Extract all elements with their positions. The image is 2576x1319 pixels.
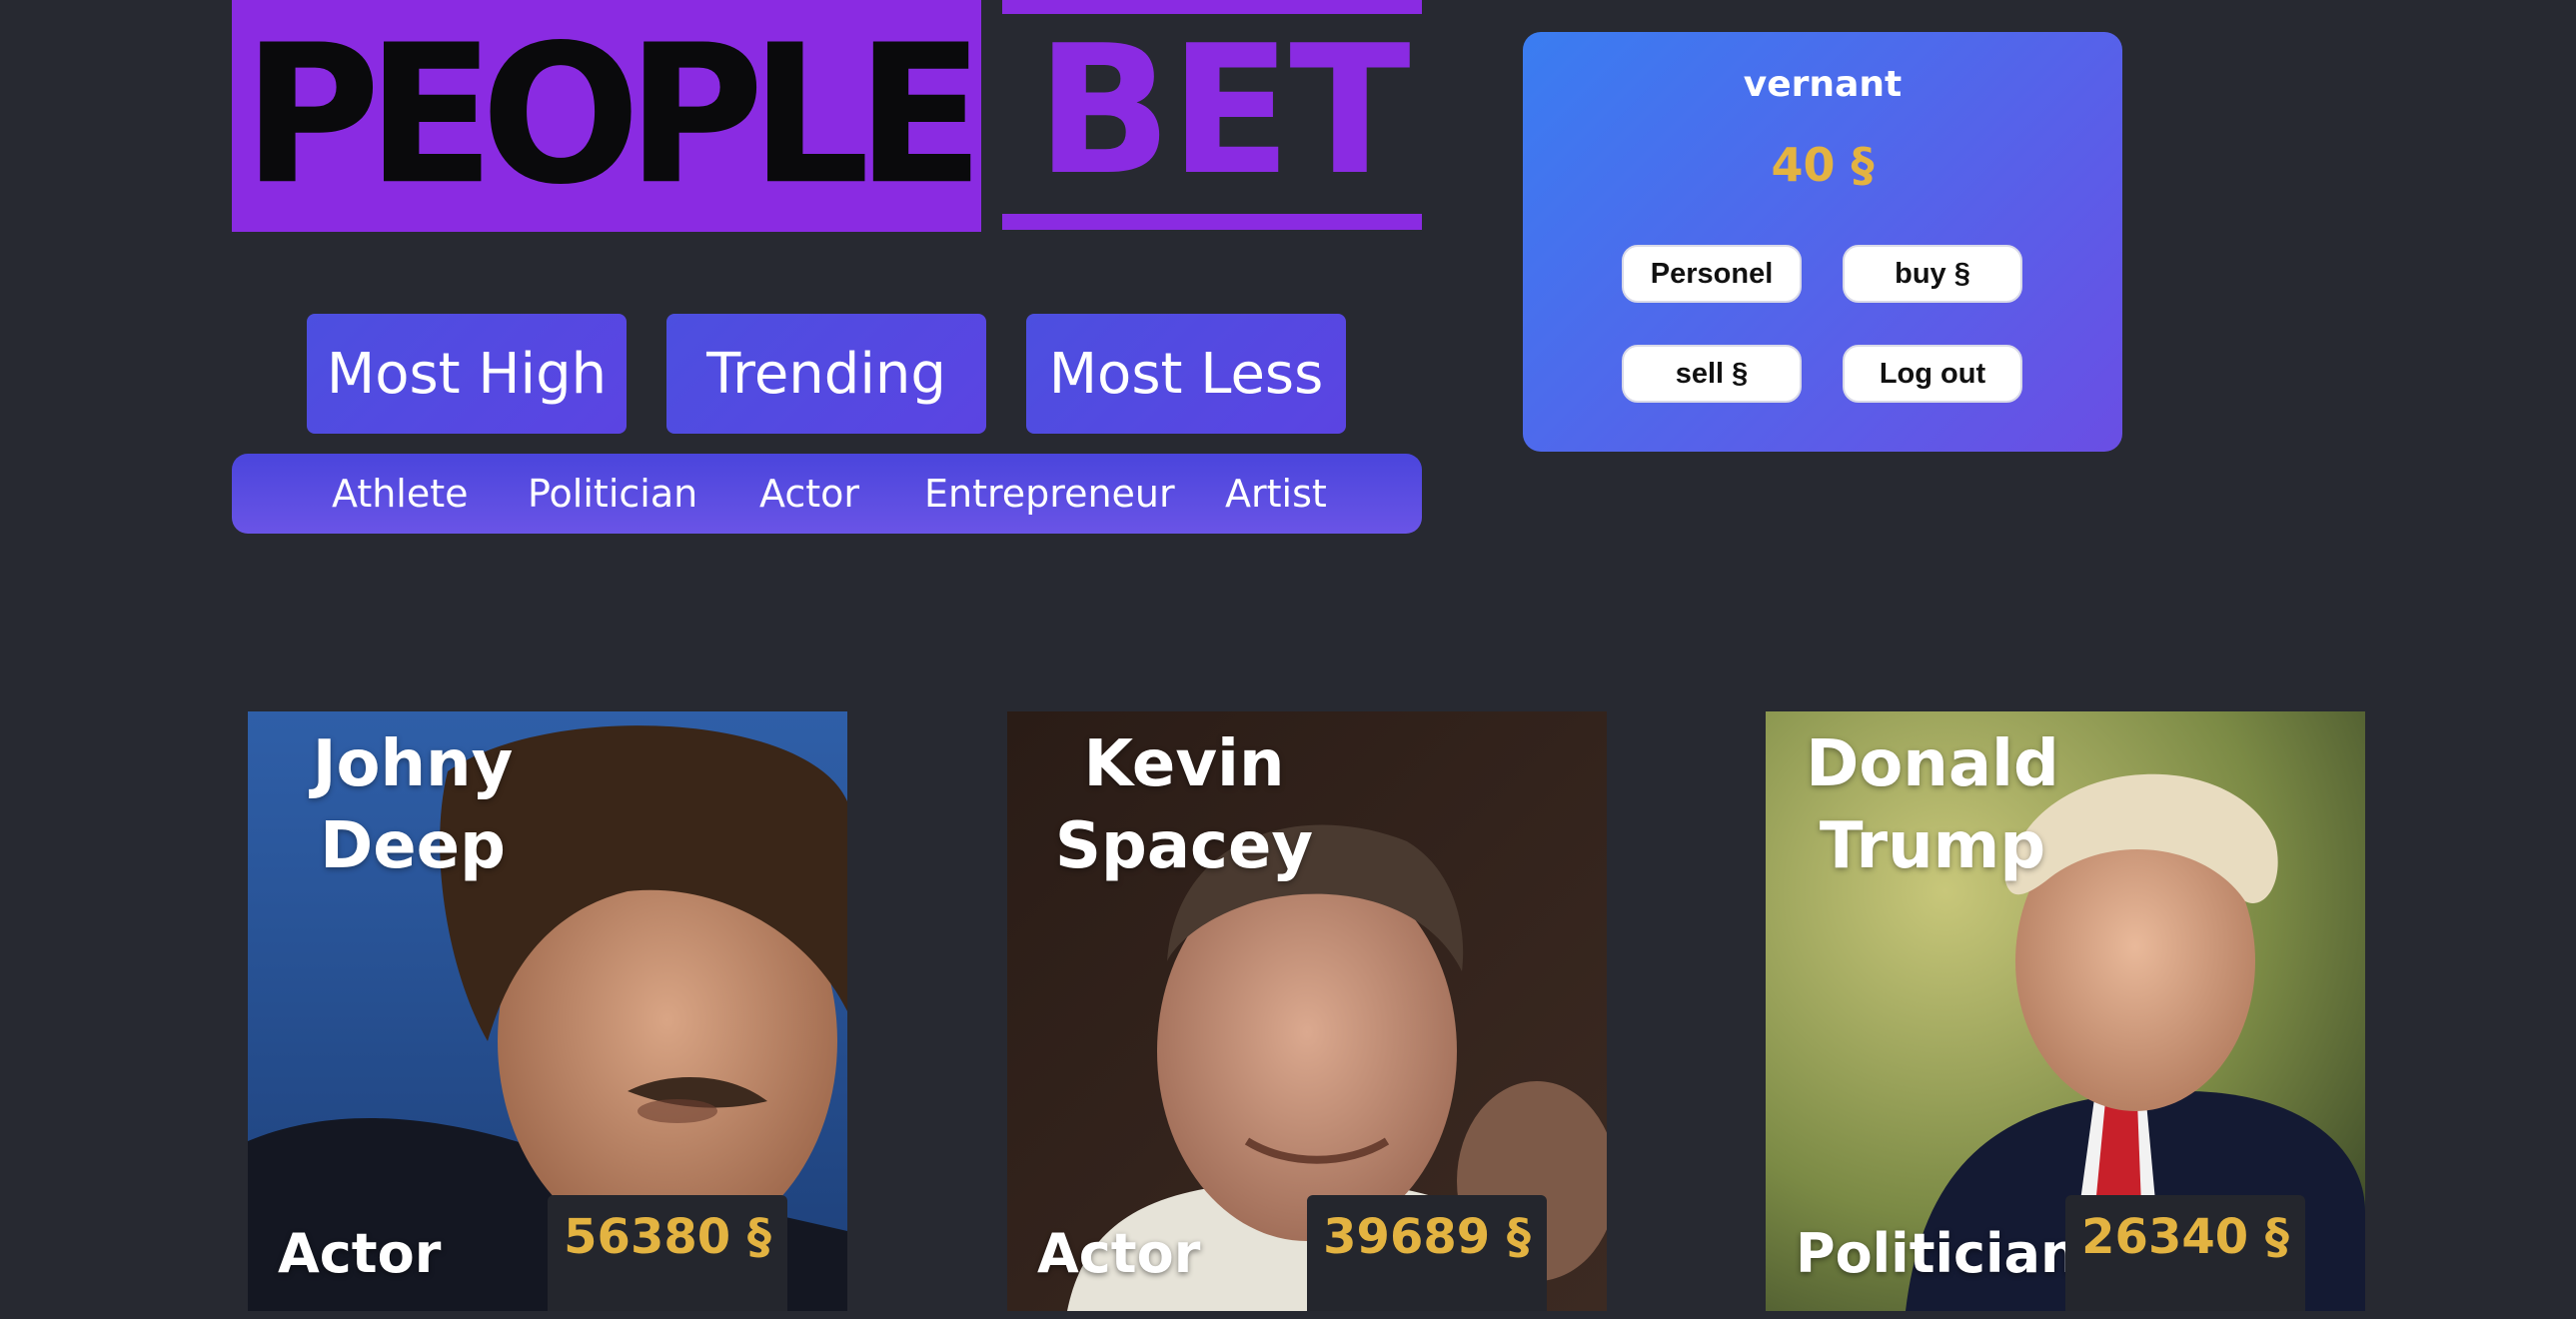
- username: vernant: [1743, 64, 1903, 105]
- category-artist[interactable]: Artist: [1225, 454, 1327, 534]
- category-entrepreneur[interactable]: Entrepreneur: [924, 454, 1175, 534]
- most-high-button[interactable]: Most High: [307, 314, 627, 434]
- card-name: Donald Trump: [1768, 723, 2097, 887]
- card-name-line1: Kevin: [1083, 727, 1285, 801]
- price-box: 26340 §: [2065, 1195, 2305, 1311]
- card-price: 56380 §: [564, 1209, 771, 1265]
- card-name: Johny Deep: [248, 723, 578, 887]
- card-price: 26340 §: [2081, 1209, 2289, 1265]
- logo-bet-text: BET: [1036, 7, 1411, 214]
- logout-button[interactable]: Log out: [1843, 345, 2022, 403]
- price-box: 56380 §: [548, 1195, 787, 1311]
- card-category: Politician: [1796, 1222, 2079, 1285]
- card-price: 39689 §: [1323, 1209, 1531, 1265]
- card-category: Actor: [278, 1222, 442, 1285]
- price-box: 39689 §: [1307, 1195, 1547, 1311]
- category-actor[interactable]: Actor: [759, 454, 859, 534]
- category-athlete[interactable]: Athlete: [332, 454, 469, 534]
- card-category: Actor: [1037, 1222, 1201, 1285]
- user-balance: 40 §: [1771, 138, 1875, 192]
- user-panel: vernant 40 § Personel buy § sell § Log o…: [1523, 32, 2122, 452]
- most-less-button[interactable]: Most Less: [1026, 314, 1346, 434]
- person-card-donald-trump[interactable]: Donald Trump Politician 26340 §: [1766, 711, 2365, 1311]
- app-root: PEOPLE BET Most High Trending Most Less …: [0, 0, 2576, 1319]
- logo-people-text: PEOPLE: [242, 3, 984, 228]
- card-name-line1: Johny: [312, 727, 514, 801]
- card-name-line1: Donald: [1806, 727, 2059, 801]
- card-name: Kevin Spacey: [1019, 723, 1349, 887]
- personel-button[interactable]: Personel: [1622, 245, 1802, 303]
- card-name-line2: Deep: [320, 809, 506, 883]
- card-name-line2: Spacey: [1054, 809, 1314, 883]
- sell-button[interactable]: sell §: [1622, 345, 1802, 403]
- category-bar: Athlete Politician Actor Entrepreneur Ar…: [232, 454, 1422, 534]
- logo-bet-bottom-bar: [1002, 214, 1422, 230]
- card-name-line2: Trump: [1819, 809, 2046, 883]
- person-card-johny-deep[interactable]: Johny Deep Actor 56380 §: [248, 711, 847, 1311]
- logo-bet[interactable]: BET: [1002, 0, 1422, 232]
- category-politician[interactable]: Politician: [528, 454, 697, 534]
- person-card-kevin-spacey[interactable]: Kevin Spacey Actor 39689 §: [1007, 711, 1607, 1311]
- logo-people[interactable]: PEOPLE: [232, 0, 984, 232]
- trending-button[interactable]: Trending: [666, 314, 986, 434]
- buy-button[interactable]: buy §: [1843, 245, 2022, 303]
